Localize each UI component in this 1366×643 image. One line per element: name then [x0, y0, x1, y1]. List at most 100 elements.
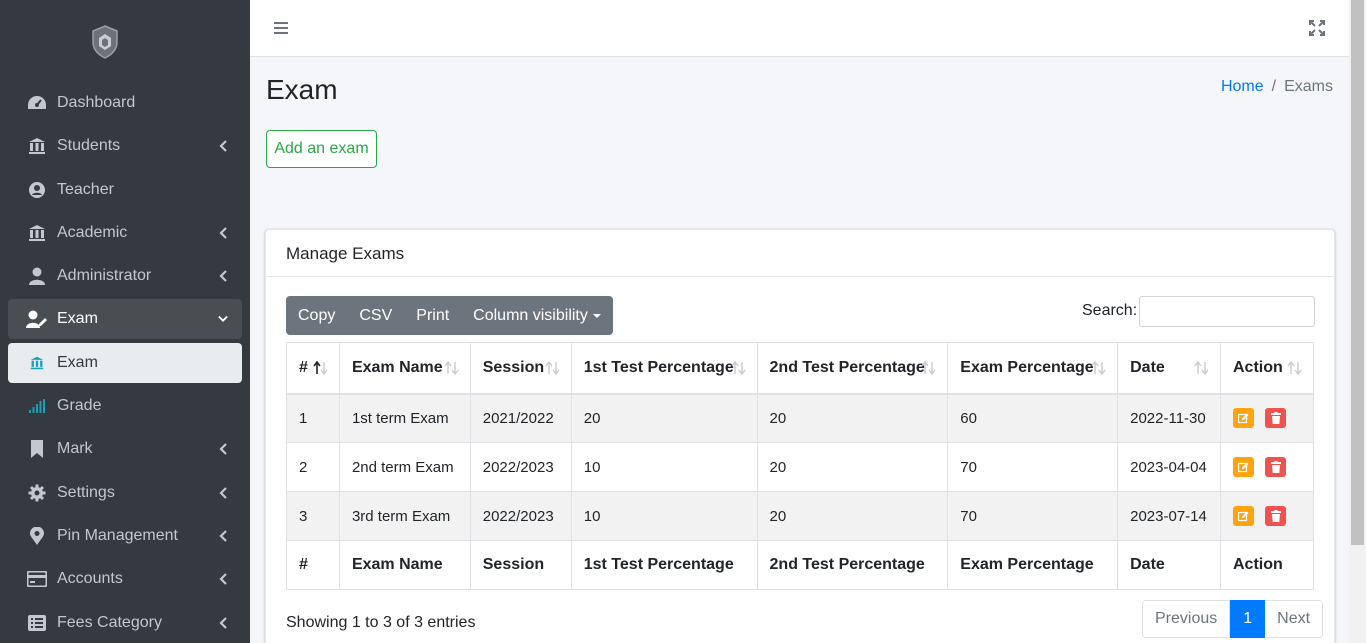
sort-icon [730, 361, 746, 375]
table-row: 3 3rd term Exam 2022/2023 10 20 70 2023-… [286, 491, 1315, 541]
sort-icon [444, 361, 459, 375]
sidebar-item-fees-category[interactable]: Fees Category [8, 603, 242, 643]
column-header-label: Date [1130, 358, 1165, 376]
chevron-left-icon [218, 615, 228, 631]
sidebar-item-label: Accounts [57, 570, 123, 588]
cell-session: 2022/2023 [469, 491, 572, 541]
user-edit-icon [26, 309, 48, 329]
cell-number: 3 [286, 491, 340, 541]
column-header-date[interactable]: Date [1117, 342, 1221, 395]
edit-icon[interactable] [1232, 457, 1254, 477]
column-header-label: Exam Name [351, 358, 443, 376]
trash-icon[interactable] [1265, 457, 1287, 477]
edit-icon[interactable] [1232, 506, 1254, 526]
column-header-session[interactable]: Session [469, 342, 572, 395]
table-row: 2 2nd term Exam 2022/2023 10 20 70 2023-… [286, 442, 1315, 492]
breadcrumb-home-link[interactable]: Home [1221, 78, 1264, 96]
list-icon [26, 613, 48, 633]
cell-date: 2023-07-14 [1117, 491, 1221, 541]
sidebar-item-dashboard[interactable]: Dashboard [8, 83, 242, 123]
copy-button[interactable]: Copy [286, 296, 347, 335]
sort-ascending-icon [313, 361, 328, 375]
sidebar-subitem-grade[interactable]: Grade [8, 386, 242, 426]
page-title: Exam [266, 74, 338, 105]
sidebar-item-label: Fees Category [57, 613, 162, 631]
edit-icon[interactable] [1232, 408, 1254, 429]
sidebar-subitem-exam[interactable]: Exam [8, 342, 242, 383]
column-header-2nd-test[interactable]: 2nd Test Percentage [756, 342, 949, 395]
trash-icon[interactable] [1265, 408, 1287, 429]
sidebar-item-label: Pin Management [57, 526, 178, 544]
top-navbar [250, 0, 1349, 57]
sidebar-item-pin-management[interactable]: Pin Management [8, 516, 242, 556]
column-header-label: Session [482, 358, 545, 376]
sidebar-item-students[interactable]: Students [8, 126, 242, 166]
chevron-left-icon [218, 441, 228, 457]
page-1-button[interactable]: 1 [1230, 600, 1266, 638]
cell-exam-name: 3rd term Exam [338, 491, 471, 541]
dashboard-icon [26, 93, 48, 113]
column-visibility-button[interactable]: Column visibility [461, 296, 613, 335]
column-header-exam-name[interactable]: Exam Name [338, 342, 471, 395]
trash-icon[interactable] [1265, 506, 1287, 526]
column-header-number[interactable]: # [286, 342, 340, 395]
sidebar-item-label: Mark [57, 440, 93, 458]
add-exam-button[interactable]: Add an exam [266, 130, 377, 168]
sort-icon [921, 361, 936, 375]
scrollbar-thumb[interactable] [1351, 0, 1364, 545]
bank-icon [26, 223, 48, 243]
sidebar-item-label: Administrator [57, 267, 152, 285]
breadcrumb-current: Exams [1284, 78, 1333, 95]
sidebar-item-exam[interactable]: Exam [8, 299, 242, 340]
caret-down-icon [592, 313, 601, 318]
cell-action [1219, 393, 1315, 443]
sidebar-item-mark[interactable]: Mark [8, 429, 242, 469]
user-icon [26, 266, 48, 286]
sidebar-item-teacher[interactable]: Teacher [8, 170, 242, 210]
next-page-button[interactable]: Next [1265, 600, 1324, 638]
cell-2nd-test: 20 [756, 393, 949, 443]
cell-exam-percentage: 70 [947, 491, 1119, 541]
cell-2nd-test: 20 [756, 491, 949, 541]
card-title: Manage Exams [266, 230, 1334, 277]
footer-date: Date [1117, 540, 1221, 590]
sidebar-item-settings[interactable]: Settings [8, 473, 242, 513]
sidebar-item-label: Students [57, 137, 121, 155]
sort-icon [545, 361, 560, 375]
table-footer-row: # Exam Name Session 1st Test Percentage … [286, 540, 1315, 590]
cell-1st-test: 20 [570, 393, 758, 443]
footer-1st-test: 1st Test Percentage [570, 540, 758, 590]
column-header-action[interactable]: Action [1219, 342, 1315, 395]
cell-date: 2023-04-04 [1117, 442, 1221, 492]
fullscreen-expand-icon[interactable] [1309, 20, 1325, 36]
table-header-row: # Exam Name Session 1st Test Percentage … [286, 342, 1315, 395]
sidebar-item-administrator[interactable]: Administrator [8, 256, 242, 296]
search-label: Search: [1082, 302, 1138, 319]
column-header-exam-percentage[interactable]: Exam Percentage [947, 342, 1119, 395]
column-header-label: Action [1232, 358, 1283, 376]
chevron-down-icon [218, 311, 228, 327]
cell-2nd-test: 20 [756, 442, 949, 492]
search-input[interactable] [1139, 296, 1315, 327]
cell-number: 2 [286, 442, 340, 492]
sidebar-item-accounts[interactable]: Accounts [8, 559, 242, 599]
footer-exam-percentage: Exam Percentage [947, 540, 1119, 590]
breadcrumb: Home / Exams [1221, 78, 1333, 96]
sidebar-item-academic[interactable]: Academic [8, 213, 242, 253]
column-header-label: 2nd Test Percentage [769, 358, 925, 376]
column-header-1st-test[interactable]: 1st Test Percentage [570, 342, 758, 395]
print-button[interactable]: Print [404, 296, 461, 335]
cell-exam-name: 1st term Exam [338, 393, 471, 443]
table-info: Showing 1 to 3 of 3 entries [286, 614, 476, 631]
hamburger-menu-icon[interactable] [274, 21, 288, 35]
sidebar: Dashboard Students Teacher Academic Admi… [0, 0, 250, 643]
bank-icon [26, 353, 48, 373]
csv-button[interactable]: CSV [347, 296, 404, 335]
map-pin-icon [26, 526, 48, 546]
previous-page-button[interactable]: Previous [1142, 600, 1231, 638]
footer-exam-name: Exam Name [338, 540, 471, 590]
footer-session: Session [469, 540, 572, 590]
sort-icon [1091, 361, 1106, 375]
bank-icon [26, 136, 48, 156]
vertical-scrollbar[interactable] [1349, 0, 1366, 643]
